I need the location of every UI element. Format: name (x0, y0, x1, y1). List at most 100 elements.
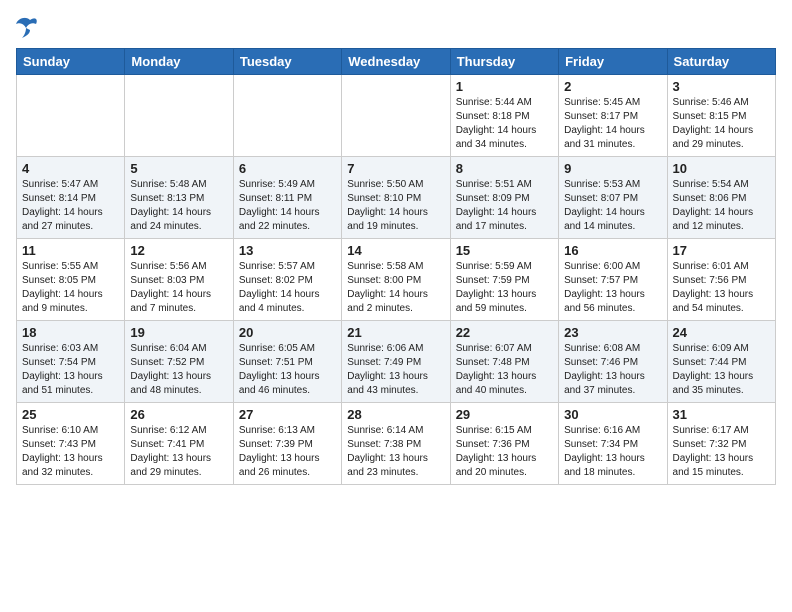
day-info: Sunrise: 6:07 AM Sunset: 7:48 PM Dayligh… (456, 342, 553, 398)
calendar-cell: 4Sunrise: 5:47 AM Sunset: 8:14 PM Daylig… (17, 157, 125, 239)
day-info: Sunrise: 6:08 AM Sunset: 7:46 PM Dayligh… (564, 342, 661, 398)
calendar-cell: 10 Sunrise: 5:54 AM Sunset: 8:06 PM Dayli… (667, 157, 775, 239)
day-info: Sunrise: 5:54 AM Sunset: 8:06 PM Dayligh… (673, 178, 770, 234)
day-info: Sunrise: 6:01 AM Sunset: 7:56 PM Dayligh… (673, 260, 770, 316)
day-info: Sunrise: 5:50 AM Sunset: 8:10 PM Dayligh… (347, 178, 444, 234)
day-number: 23 (564, 325, 661, 340)
calendar-cell: 9Sunrise: 5:53 AM Sunset: 8:07 PM Daylig… (559, 157, 667, 239)
weekday-header-row: SundayMondayTuesdayWednesdayThursdayFrid… (17, 49, 776, 75)
weekday-header: Sunday (17, 49, 125, 75)
day-info: Sunrise: 5:45 AM Sunset: 8:17 PM Dayligh… (564, 96, 661, 152)
day-info: Sunrise: 6:03 AM Sunset: 7:54 PM Dayligh… (22, 342, 119, 398)
day-info: Sunrise: 6:05 AM Sunset: 7:51 PM Dayligh… (239, 342, 336, 398)
weekday-header: Saturday (667, 49, 775, 75)
calendar-cell: 26 Sunrise: 6:12 AM Sunset: 7:41 PM Dayli… (125, 403, 233, 485)
day-info: Sunrise: 5:58 AM Sunset: 8:00 PM Dayligh… (347, 260, 444, 316)
weekday-header: Monday (125, 49, 233, 75)
calendar-cell (17, 75, 125, 157)
calendar-cell: 16Sunrise: 6:00 AM Sunset: 7:57 PM Dayli… (559, 239, 667, 321)
day-info: Sunrise: 6:09 AM Sunset: 7:44 PM Dayligh… (673, 342, 770, 398)
day-number: 6 (239, 161, 336, 176)
day-info: Sunrise: 6:13 AM Sunset: 7:39 PM Dayligh… (239, 424, 336, 480)
day-number: 19 (130, 325, 227, 340)
calendar-cell: 15 Sunrise: 5:59 AM Sunset: 7:59 PM Dayli… (450, 239, 558, 321)
calendar-cell: 11 Sunrise: 5:55 AM Sunset: 8:05 PM Dayli… (17, 239, 125, 321)
day-number: 15 (456, 243, 553, 258)
day-info: Sunrise: 5:48 AM Sunset: 8:13 PM Dayligh… (130, 178, 227, 234)
calendar-week-row: 25 Sunrise: 6:10 AM Sunset: 7:43 PM Dayli… (17, 403, 776, 485)
day-number: 11 (22, 243, 119, 258)
calendar-cell: 21Sunrise: 6:06 AM Sunset: 7:49 PM Dayli… (342, 321, 450, 403)
calendar-cell: 7Sunrise: 5:50 AM Sunset: 8:10 PM Daylig… (342, 157, 450, 239)
page-header (16, 16, 776, 38)
day-info: Sunrise: 5:46 AM Sunset: 8:15 PM Dayligh… (673, 96, 770, 152)
calendar-cell (125, 75, 233, 157)
calendar-cell: 24 Sunrise: 6:09 AM Sunset: 7:44 PM Dayli… (667, 321, 775, 403)
day-info: Sunrise: 5:55 AM Sunset: 8:05 PM Dayligh… (22, 260, 119, 316)
calendar-cell: 22 Sunrise: 6:07 AM Sunset: 7:48 PM Dayli… (450, 321, 558, 403)
calendar-cell: 20 Sunrise: 6:05 AM Sunset: 7:51 PM Dayli… (233, 321, 341, 403)
calendar-cell: 3 Sunrise: 5:46 AM Sunset: 8:15 PM Daylig… (667, 75, 775, 157)
day-info: Sunrise: 5:59 AM Sunset: 7:59 PM Dayligh… (456, 260, 553, 316)
day-number: 5 (130, 161, 227, 176)
day-number: 20 (239, 325, 336, 340)
day-info: Sunrise: 6:00 AM Sunset: 7:57 PM Dayligh… (564, 260, 661, 316)
calendar-cell: 28 Sunrise: 6:14 AM Sunset: 7:38 PM Dayli… (342, 403, 450, 485)
day-number: 25 (22, 407, 119, 422)
weekday-header: Wednesday (342, 49, 450, 75)
calendar-cell: 1Sunrise: 5:44 AM Sunset: 8:18 PM Daylig… (450, 75, 558, 157)
calendar-week-row: 11 Sunrise: 5:55 AM Sunset: 8:05 PM Dayli… (17, 239, 776, 321)
day-info: Sunrise: 5:49 AM Sunset: 8:11 PM Dayligh… (239, 178, 336, 234)
calendar-cell: 14 Sunrise: 5:58 AM Sunset: 8:00 PM Dayli… (342, 239, 450, 321)
calendar-cell: 8 Sunrise: 5:51 AM Sunset: 8:09 PM Daylig… (450, 157, 558, 239)
calendar-week-row: 1Sunrise: 5:44 AM Sunset: 8:18 PM Daylig… (17, 75, 776, 157)
day-number: 27 (239, 407, 336, 422)
day-number: 24 (673, 325, 770, 340)
calendar-cell: 13 Sunrise: 5:57 AM Sunset: 8:02 PM Dayli… (233, 239, 341, 321)
day-info: Sunrise: 5:57 AM Sunset: 8:02 PM Dayligh… (239, 260, 336, 316)
day-number: 28 (347, 407, 444, 422)
calendar-cell: 25 Sunrise: 6:10 AM Sunset: 7:43 PM Dayli… (17, 403, 125, 485)
day-info: Sunrise: 5:51 AM Sunset: 8:09 PM Dayligh… (456, 178, 553, 234)
day-info: Sunrise: 6:15 AM Sunset: 7:36 PM Dayligh… (456, 424, 553, 480)
logo (16, 16, 52, 38)
day-number: 14 (347, 243, 444, 258)
calendar-cell (233, 75, 341, 157)
calendar-week-row: 18 Sunrise: 6:03 AM Sunset: 7:54 PM Dayli… (17, 321, 776, 403)
day-number: 8 (456, 161, 553, 176)
calendar-cell: 5 Sunrise: 5:48 AM Sunset: 8:13 PM Daylig… (125, 157, 233, 239)
day-number: 21 (347, 325, 444, 340)
day-number: 18 (22, 325, 119, 340)
day-number: 17 (673, 243, 770, 258)
calendar-cell: 19 Sunrise: 6:04 AM Sunset: 7:52 PM Dayli… (125, 321, 233, 403)
day-info: Sunrise: 6:17 AM Sunset: 7:32 PM Dayligh… (673, 424, 770, 480)
day-info: Sunrise: 6:16 AM Sunset: 7:34 PM Dayligh… (564, 424, 661, 480)
day-info: Sunrise: 6:04 AM Sunset: 7:52 PM Dayligh… (130, 342, 227, 398)
calendar-week-row: 4Sunrise: 5:47 AM Sunset: 8:14 PM Daylig… (17, 157, 776, 239)
logo-bird-icon (16, 16, 44, 38)
day-number: 26 (130, 407, 227, 422)
day-number: 2 (564, 79, 661, 94)
calendar-cell: 12Sunrise: 5:56 AM Sunset: 8:03 PM Dayli… (125, 239, 233, 321)
day-number: 22 (456, 325, 553, 340)
day-number: 4 (22, 161, 119, 176)
day-info: Sunrise: 5:56 AM Sunset: 8:03 PM Dayligh… (130, 260, 227, 316)
day-number: 29 (456, 407, 553, 422)
day-number: 10 (673, 161, 770, 176)
calendar-cell (342, 75, 450, 157)
calendar-cell: 29 Sunrise: 6:15 AM Sunset: 7:36 PM Dayli… (450, 403, 558, 485)
day-info: Sunrise: 5:44 AM Sunset: 8:18 PM Dayligh… (456, 96, 553, 152)
calendar-cell: 23 Sunrise: 6:08 AM Sunset: 7:46 PM Dayli… (559, 321, 667, 403)
calendar-cell: 18 Sunrise: 6:03 AM Sunset: 7:54 PM Dayli… (17, 321, 125, 403)
weekday-header: Thursday (450, 49, 558, 75)
calendar-cell: 27 Sunrise: 6:13 AM Sunset: 7:39 PM Dayli… (233, 403, 341, 485)
day-number: 3 (673, 79, 770, 94)
day-number: 9 (564, 161, 661, 176)
day-info: Sunrise: 6:12 AM Sunset: 7:41 PM Dayligh… (130, 424, 227, 480)
calendar-cell: 6 Sunrise: 5:49 AM Sunset: 8:11 PM Daylig… (233, 157, 341, 239)
day-info: Sunrise: 6:14 AM Sunset: 7:38 PM Dayligh… (347, 424, 444, 480)
day-number: 31 (673, 407, 770, 422)
day-info: Sunrise: 6:10 AM Sunset: 7:43 PM Dayligh… (22, 424, 119, 480)
calendar-cell: 30Sunrise: 6:16 AM Sunset: 7:34 PM Dayli… (559, 403, 667, 485)
day-number: 13 (239, 243, 336, 258)
